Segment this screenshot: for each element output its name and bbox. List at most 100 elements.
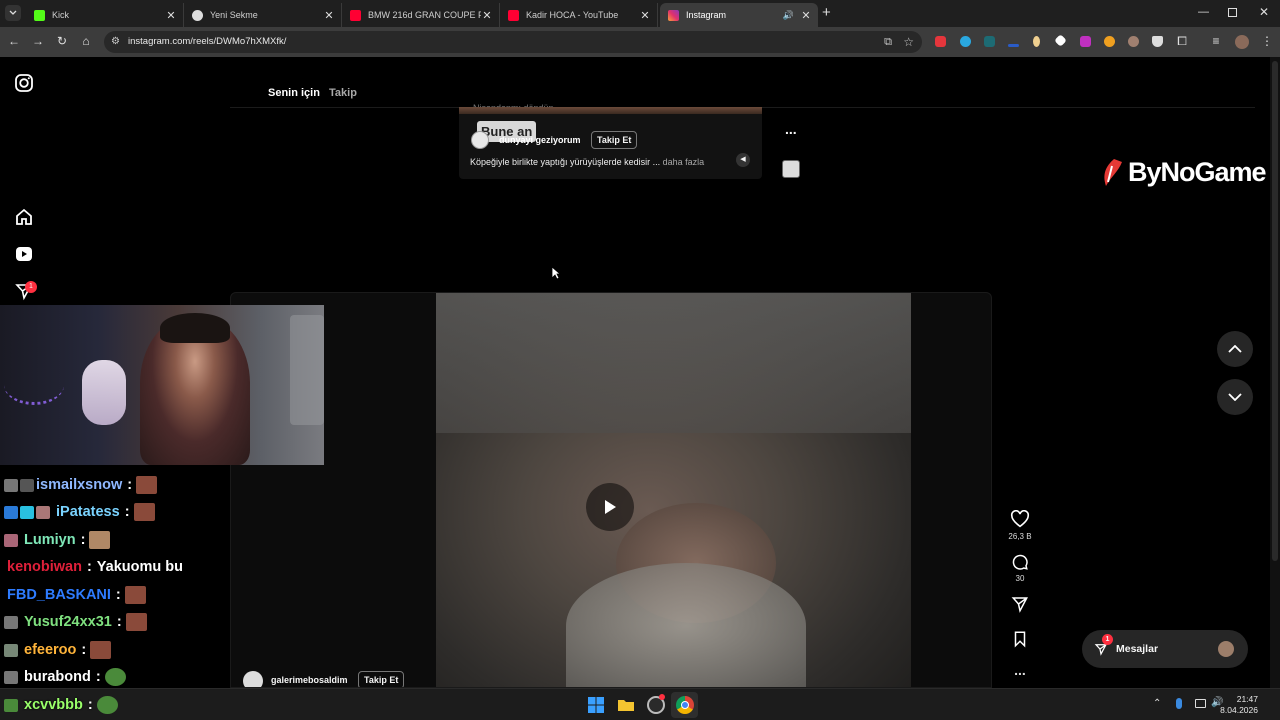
like-heart-icon[interactable] <box>1008 510 1032 528</box>
microphone <box>82 360 126 425</box>
tab-kadir-hoca[interactable]: Kadir HOCA - YouTube ✕ <box>500 3 658 27</box>
file-explorer-icon[interactable] <box>617 696 635 714</box>
prev-reel-username[interactable]: dunyayi geziyorum <box>499 135 581 145</box>
reel-follow-button[interactable]: Takip Et <box>358 671 405 687</box>
chat-badge-icon <box>20 505 34 519</box>
kick-icon <box>34 9 45 21</box>
close-tab-icon[interactable]: ✕ <box>639 9 651 22</box>
mute-icon[interactable]: ◀ <box>736 153 750 167</box>
reel-video-frame[interactable] <box>436 293 911 687</box>
extension-icon[interactable] <box>1128 36 1139 47</box>
prev-reel-more-icon[interactable]: ... <box>785 121 797 137</box>
instagram-logo-icon[interactable] <box>14 73 34 93</box>
message-avatar <box>1218 641 1234 657</box>
chat-username: Yusuf24xx31 <box>24 614 112 630</box>
address-bar[interactable]: ⚙ instagram.com/reels/DWMo7hXMXfk/ ⧉ ☆ <box>104 31 922 53</box>
tab-instagram[interactable]: Instagram 🔊 ✕ <box>660 3 818 27</box>
extension-icon[interactable] <box>960 36 971 47</box>
microphone-icon[interactable] <box>1176 698 1182 709</box>
site-info-icon[interactable]: ⚙ <box>111 31 120 53</box>
tab-for-you[interactable]: Senin için <box>268 87 320 99</box>
reload-icon[interactable]: ↻ <box>54 33 70 49</box>
extension-icon[interactable] <box>1104 36 1115 47</box>
chat-username: xcvvbbb <box>24 697 83 713</box>
prev-reel-caption: Köpeğiyle birlikte yaptığı yürüyüşlerde … <box>470 157 704 167</box>
chat-username: burabond <box>24 669 91 685</box>
previous-reel-button[interactable] <box>1217 331 1253 367</box>
shield-icon[interactable] <box>1152 36 1163 47</box>
reel-author-avatar[interactable] <box>243 671 263 687</box>
comment-icon[interactable] <box>1008 553 1032 571</box>
speaker-icon[interactable]: 🔊 <box>783 10 794 21</box>
tab-title: Yeni Sekme <box>210 10 258 20</box>
tab-new[interactable]: Yeni Sekme ✕ <box>184 3 342 27</box>
next-reel-button[interactable] <box>1217 379 1253 415</box>
chat-badge-icon <box>4 643 18 657</box>
chat-emote-icon <box>104 668 126 686</box>
page-scrollbar[interactable] <box>1270 57 1280 688</box>
chat-message: ismailxsnow: <box>4 476 158 494</box>
audio-thumbnail[interactable] <box>782 160 800 178</box>
tab-kick[interactable]: Kick ✕ <box>26 3 184 27</box>
extensions-puzzle-icon[interactable]: ⧠ <box>1174 33 1190 49</box>
minimize-button[interactable]: — <box>1198 6 1209 18</box>
home-icon[interactable] <box>14 207 34 227</box>
tab-bmw[interactable]: BMW 216d GRAN COUPE FIRST ✕ <box>342 3 500 27</box>
close-window-button[interactable]: ✕ <box>1259 5 1269 19</box>
restore-button[interactable] <box>1228 8 1237 17</box>
prev-reel-follow-button[interactable]: Takip Et <box>591 131 638 149</box>
messages-button[interactable]: 1 Mesajlar <box>1082 630 1248 668</box>
back-icon[interactable]: ← <box>6 33 22 49</box>
reels-icon[interactable] <box>14 244 34 264</box>
more-link[interactable]: daha fazla <box>663 157 705 167</box>
windows-start-icon[interactable] <box>587 696 605 714</box>
tray-chevron-icon[interactable]: ⌃ <box>1153 698 1161 709</box>
extension-icon[interactable] <box>1080 36 1091 47</box>
chat-colon: : <box>81 642 87 658</box>
reel-more-icon[interactable]: ... <box>1008 662 1032 678</box>
tab-search-button[interactable] <box>5 5 21 21</box>
close-tab-icon[interactable]: ✕ <box>323 9 335 22</box>
chat-message: burabond: <box>4 668 126 686</box>
chat-colon: : <box>80 532 86 548</box>
chat-username: FBD_BASKANI <box>7 587 111 603</box>
bookmark-star-icon[interactable]: ☆ <box>903 31 914 53</box>
share-icon[interactable] <box>1008 595 1032 613</box>
extension-icon[interactable] <box>984 36 995 47</box>
new-tab-button[interactable]: + <box>822 4 831 21</box>
previous-reel-bottom-edge <box>459 107 762 114</box>
chat-colon: : <box>124 504 130 520</box>
tab-following[interactable]: Takip <box>329 87 357 99</box>
adblock-extension-icon[interactable] <box>935 36 946 47</box>
forward-icon[interactable]: → <box>30 33 46 49</box>
extension-icon[interactable] <box>1033 36 1040 47</box>
install-app-icon[interactable]: ⧉ <box>884 31 892 53</box>
background-appliance <box>290 315 324 425</box>
comment-count: 30 <box>1015 574 1025 583</box>
instagram-icon <box>668 9 679 21</box>
scrollbar-thumb[interactable] <box>1272 61 1278 561</box>
close-tab-icon[interactable]: ✕ <box>481 9 493 22</box>
system-clock[interactable]: 21:47 8.04.2026 <box>1220 694 1258 716</box>
close-tab-icon[interactable]: ✕ <box>165 9 177 22</box>
chat-badge-icon <box>20 478 34 492</box>
sponsor-name: ByNoGame <box>1128 157 1267 187</box>
reading-list-icon[interactable]: ≡ <box>1208 33 1224 49</box>
profile-avatar[interactable] <box>1235 35 1249 49</box>
chat-colon: : <box>95 669 101 685</box>
play-button[interactable] <box>586 483 634 531</box>
reel-author-username[interactable]: galerimebosaldim <box>271 675 348 685</box>
like-count: 26,3 B <box>1008 532 1032 541</box>
close-tab-icon[interactable]: ✕ <box>800 9 812 22</box>
save-bookmark-icon[interactable] <box>1008 630 1032 648</box>
browser-menu-icon[interactable]: ⋮ <box>1259 33 1275 49</box>
extension-icon[interactable] <box>1008 44 1019 47</box>
chat-colon: : <box>127 477 133 493</box>
streamer-webcam <box>0 305 324 465</box>
tab-title: BMW 216d GRAN COUPE FIRST <box>368 10 481 20</box>
prev-reel-avatar[interactable] <box>471 131 489 149</box>
home-icon[interactable]: ⌂ <box>78 33 94 49</box>
chat-emote-icon <box>89 531 111 549</box>
network-icon[interactable] <box>1195 699 1206 708</box>
previous-reel-card[interactable]: Nişandanmı döndün Bune an dunyayi geziyo… <box>459 103 762 179</box>
